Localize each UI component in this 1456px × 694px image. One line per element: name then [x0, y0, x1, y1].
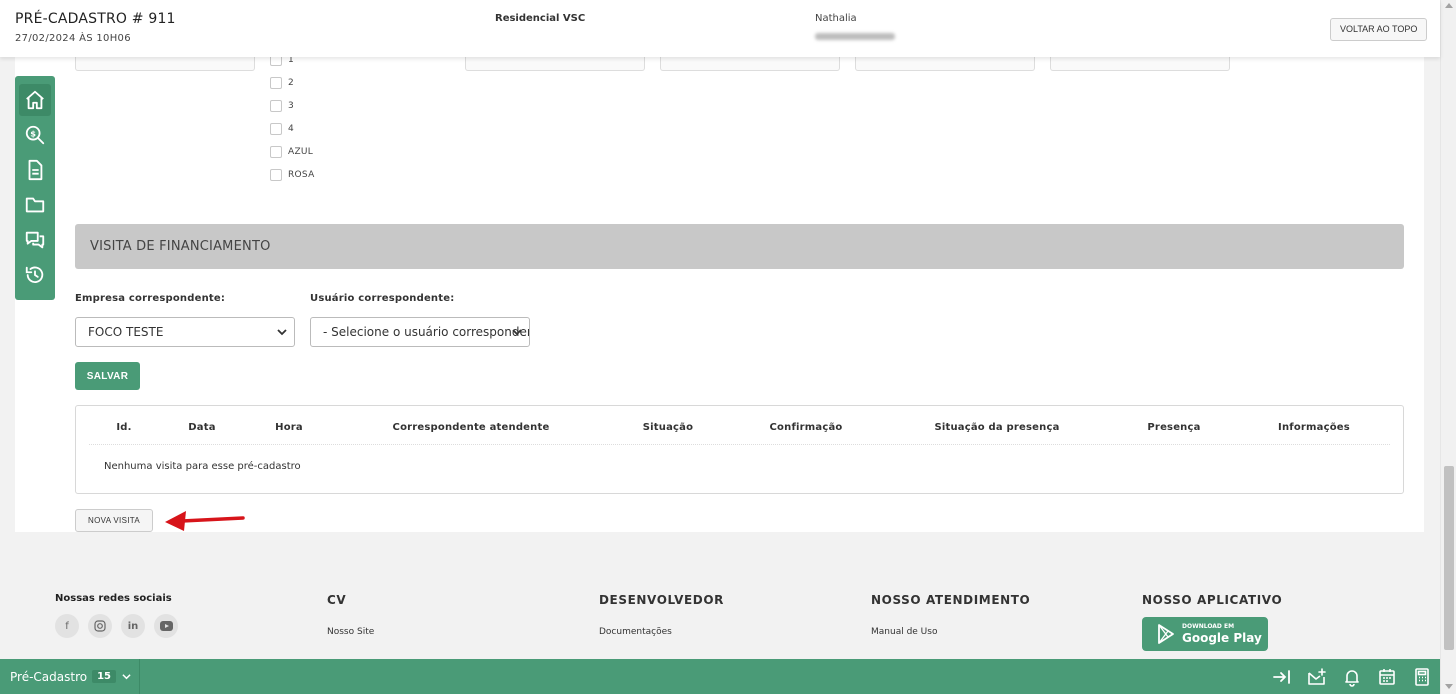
gplay-small-text: DOWNLOAD EM — [1182, 623, 1235, 630]
footer-col-title: NOSSO ATENDIMENTO — [871, 593, 1031, 607]
social-title: Nossas redes sociais — [55, 593, 172, 604]
facebook-icon[interactable]: f — [55, 614, 79, 638]
client-name: Nathalia — [815, 13, 857, 24]
empresa-label: Empresa correspondente: — [75, 293, 226, 304]
calendar-icon[interactable] — [1377, 667, 1397, 687]
column-header: Correspondente atendente — [392, 422, 550, 433]
checkbox[interactable] — [270, 145, 282, 158]
side-icon-bar: $ — [15, 76, 55, 300]
checkbox-label: ROSA — [288, 169, 315, 180]
empty-message: Nenhuma visita para esse pré-cadastro — [104, 461, 301, 472]
pre-cadastro-tab[interactable]: Pré-Cadastro 15 — [0, 659, 140, 694]
scroll-up-arrow-icon[interactable] — [1445, 3, 1453, 8]
footer-link[interactable]: Documentações — [599, 627, 672, 637]
scroll-thumb[interactable] — [1444, 466, 1454, 650]
chat-icon[interactable] — [19, 224, 51, 256]
save-button[interactable]: SALVAR — [75, 362, 140, 390]
column-header: Informações — [1278, 422, 1350, 433]
top-header: PRÉ-CADASTRO # 911 27/02/2024 ÀS 10H06 R… — [0, 0, 1440, 57]
folder-icon[interactable] — [19, 189, 51, 221]
red-arrow-annotation — [165, 511, 245, 531]
history-icon[interactable] — [19, 259, 51, 291]
footer-col-title: NOSSO APLICATIVO — [1142, 593, 1283, 607]
scroll-down-arrow-icon[interactable] — [1445, 684, 1453, 689]
footer-link[interactable]: Nosso Site — [327, 627, 374, 637]
checkbox-item[interactable]: AZUL — [270, 140, 315, 163]
checkbox[interactable] — [270, 76, 282, 89]
document-icon[interactable] — [19, 154, 51, 186]
tab-count-badge: 15 — [92, 670, 117, 683]
checkbox-label: 3 — [288, 100, 295, 111]
checkbox-item[interactable]: 2 — [270, 71, 315, 94]
collapse-right-icon[interactable] — [1272, 667, 1292, 687]
home-icon[interactable] — [19, 84, 51, 116]
section-header: VISITA DE FINANCIAMENTO — [75, 224, 1404, 269]
empresa-select-value: FOCO TESTE — [88, 325, 164, 339]
column-header: Confirmação — [769, 422, 843, 433]
checkbox-label: AZUL — [288, 146, 314, 157]
social-icons: f in — [55, 614, 178, 638]
checkbox-item[interactable]: 3 — [270, 94, 315, 117]
empresa-select[interactable]: FOCO TESTE — [75, 317, 295, 347]
footer-col-title: DESENVOLVEDOR — [599, 593, 724, 607]
new-visit-button[interactable]: NOVA VISITA — [75, 509, 153, 532]
usuario-select[interactable]: - Selecione o usuário correspondente - — [310, 317, 530, 347]
play-store-icon — [1158, 624, 1174, 644]
section-title: VISITA DE FINANCIAMENTO — [90, 239, 271, 254]
checkbox-item[interactable]: ROSA — [270, 163, 315, 186]
tab-label: Pré-Cadastro — [10, 669, 88, 684]
footer-link[interactable]: Manual de Uso — [871, 627, 937, 637]
column-header: Situação da presença — [934, 422, 1060, 433]
checkbox-item[interactable]: 4 — [270, 117, 315, 140]
page-title: PRÉ-CADASTRO # 911 — [15, 11, 176, 27]
bottom-bar: Pré-Cadastro 15 — [0, 659, 1440, 694]
checkbox[interactable] — [270, 168, 282, 181]
visits-table: Id. Data Hora Correspondente atendente S… — [75, 405, 1404, 494]
instagram-icon[interactable] — [88, 614, 112, 638]
checkbox-list: 1 2 3 4 AZUL ROSA — [270, 48, 315, 186]
column-header: Situação — [642, 422, 694, 433]
empreendimento-name: Residencial VSC — [495, 13, 586, 24]
youtube-icon[interactable] — [154, 614, 178, 638]
calculator-icon[interactable] — [1412, 667, 1432, 687]
checkbox-label: 4 — [288, 123, 295, 134]
column-header: Data — [188, 422, 216, 433]
blurred-phone — [815, 33, 895, 40]
checkbox-label: 2 — [288, 77, 295, 88]
chevron-down-icon — [512, 329, 522, 336]
created-datetime: 27/02/2024 ÀS 10H06 — [15, 33, 131, 44]
checkbox[interactable] — [270, 99, 282, 112]
column-header: Id. — [116, 422, 132, 433]
usuario-select-value: - Selecione o usuário correspondente - — [323, 325, 529, 339]
bell-icon[interactable] — [1342, 667, 1362, 687]
table-divider — [89, 444, 1390, 445]
back-to-top-button[interactable]: VOLTAR AO TOPO — [1330, 18, 1428, 41]
svg-text:$: $ — [30, 128, 36, 138]
google-play-badge[interactable]: DOWNLOAD EM Google Play — [1142, 617, 1268, 651]
column-header: Hora — [275, 422, 303, 433]
page-scrollbar[interactable] — [1440, 0, 1456, 694]
search-dollar-icon[interactable]: $ — [19, 119, 51, 151]
linkedin-icon[interactable]: in — [121, 614, 145, 638]
footer-col-title: CV — [327, 593, 347, 607]
chevron-down-icon — [122, 674, 131, 680]
gplay-big-text: Google Play — [1182, 631, 1262, 645]
mail-add-icon[interactable] — [1307, 667, 1327, 687]
usuario-label: Usuário correspondente: — [310, 293, 455, 304]
column-header: Presença — [1147, 422, 1201, 433]
checkbox[interactable] — [270, 122, 282, 135]
chevron-down-icon — [277, 329, 287, 336]
